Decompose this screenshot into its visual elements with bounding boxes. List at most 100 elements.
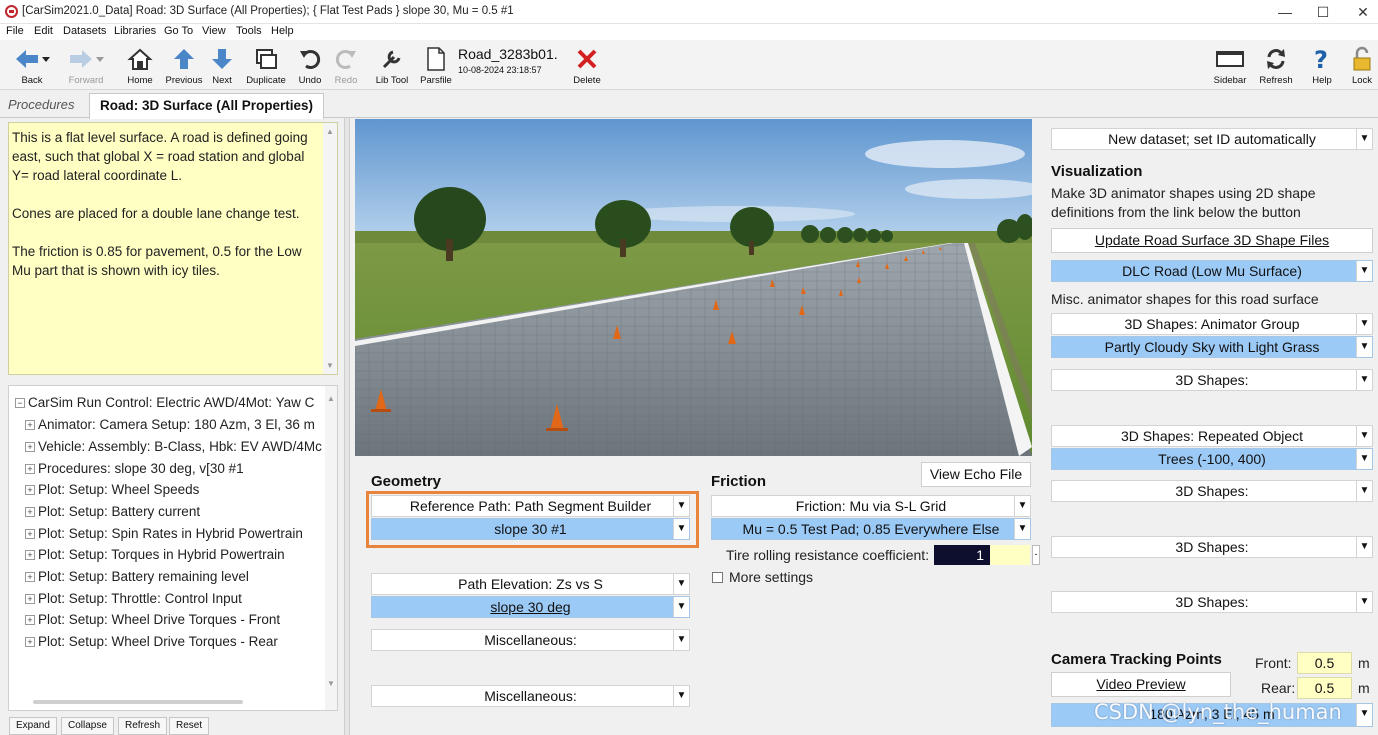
tree-scrollbar[interactable]: ▲ ▼ (325, 386, 337, 710)
forward-button[interactable]: Forward (64, 44, 108, 88)
reset-button[interactable]: Reset (169, 717, 210, 735)
menu-goto[interactable]: Go To (164, 25, 193, 37)
collapse-button[interactable]: Collapse (61, 717, 114, 735)
lock-button[interactable]: Lock (1342, 44, 1378, 88)
menu-view[interactable]: View (202, 25, 226, 37)
tree-item[interactable]: + Animator: Camera Setup: 180 Azm, 3 El, … (25, 417, 315, 437)
video-preview-button[interactable]: Video Preview (1051, 672, 1231, 697)
rolling-resistance-input[interactable]: 1 (934, 545, 990, 565)
expand-icon[interactable]: + (25, 615, 35, 625)
menu-tools[interactable]: Tools (236, 25, 262, 37)
lock-icon (1353, 46, 1371, 71)
new-dataset-dropdown[interactable]: New dataset; set ID automatically ▼ (1051, 128, 1373, 150)
3d-shapes-label: 3D Shapes: (1175, 372, 1249, 388)
tree-item[interactable]: + Plot: Setup: Wheel Speeds (25, 482, 199, 502)
minimize-button[interactable]: — (1270, 2, 1300, 22)
next-button[interactable]: Next (200, 44, 244, 88)
menu-libraries[interactable]: Libraries (114, 25, 156, 37)
tree-item[interactable]: + Plot: Setup: Spin Rates in Hybrid Power… (25, 526, 303, 546)
tab-procedures[interactable]: Procedures (8, 97, 74, 112)
duplicate-button[interactable]: Duplicate (244, 44, 288, 88)
close-window-button[interactable]: ✕ (1348, 2, 1378, 22)
collapse-icon[interactable]: − (15, 398, 25, 408)
notes-scrollbar[interactable]: ▲ ▼ (323, 123, 337, 374)
expand-icon[interactable]: + (25, 637, 35, 647)
scroll-up-icon[interactable]: ▲ (326, 394, 336, 403)
expand-icon[interactable]: + (25, 464, 35, 474)
sidebar-button[interactable]: Sidebar (1208, 44, 1252, 88)
view-echo-file-button[interactable]: View Echo File (921, 462, 1031, 487)
3d-shapes-dropdown-1[interactable]: 3D Shapes: ▼ (1051, 369, 1373, 391)
front-tracking-input[interactable]: 0.5 (1297, 652, 1352, 674)
expand-icon[interactable]: + (25, 572, 35, 582)
redo-button[interactable]: Redo (324, 44, 368, 88)
back-button[interactable]: Back (10, 44, 54, 88)
expand-icon[interactable]: + (25, 485, 35, 495)
scroll-down-icon[interactable]: ▼ (325, 361, 335, 370)
miscellaneous-dropdown-1[interactable]: Miscellaneous: ▼ (371, 629, 690, 651)
expand-icon[interactable]: + (25, 594, 35, 604)
menu-help[interactable]: Help (271, 25, 294, 37)
3d-shapes-label: 3D Shapes: (1175, 594, 1249, 610)
tree-item-label: Plot: Setup: Throttle: Control Input (38, 591, 242, 606)
path-elevation-type-dropdown[interactable]: Path Elevation: Zs vs S ▼ (371, 573, 690, 595)
panel-splitter[interactable] (344, 118, 350, 735)
tree-item[interactable]: + Plot: Setup: Wheel Drive Torques - Rear (25, 634, 278, 654)
notes-paragraph-2: Cones are placed for a double lane chang… (12, 206, 300, 221)
rear-tracking-input[interactable]: 0.5 (1297, 677, 1352, 699)
svg-text:?: ? (1314, 46, 1328, 72)
redo-icon (335, 50, 356, 69)
menu-edit[interactable]: Edit (34, 25, 53, 37)
3d-shapes-dropdown-2[interactable]: 3D Shapes: ▼ (1051, 480, 1373, 502)
help-button[interactable]: ? Help (1300, 44, 1344, 88)
miscellaneous-dropdown-2[interactable]: Miscellaneous: ▼ (371, 685, 690, 707)
expand-icon[interactable]: + (25, 442, 35, 452)
tree-horizontal-scrollbar[interactable] (33, 700, 243, 704)
tree-refresh-button[interactable]: Refresh (118, 717, 168, 735)
next-label: Next (212, 75, 232, 86)
up-arrow-icon (174, 49, 194, 69)
expand-button[interactable]: Expand (9, 717, 57, 735)
tree-item[interactable]: + Plot: Setup: Battery remaining level (25, 569, 249, 589)
chevron-down-icon: ▼ (1014, 496, 1030, 516)
tree-root[interactable]: − CarSim Run Control: Electric AWD/4Mot: … (15, 395, 314, 415)
expand-icon[interactable]: + (25, 420, 35, 430)
rolling-resistance-label: Tire rolling resistance coefficient: (726, 547, 930, 563)
3d-shapes-dropdown-3[interactable]: 3D Shapes: ▼ (1051, 536, 1373, 558)
3d-shapes-label: 3D Shapes: (1175, 483, 1249, 499)
repeated-object-dropdown[interactable]: 3D Shapes: Repeated Object ▼ (1051, 425, 1373, 447)
tab-road-3d-surface[interactable]: Road: 3D Surface (All Properties) (89, 93, 325, 119)
menu-datasets[interactable]: Datasets (63, 25, 106, 37)
expand-icon[interactable]: + (25, 507, 35, 517)
tree-item[interactable]: + Plot: Setup: Wheel Drive Torques - Fron… (25, 612, 280, 632)
tree-item[interactable]: + Plot: Setup: Throttle: Control Input (25, 591, 242, 611)
delete-button[interactable]: Delete (565, 44, 609, 88)
update-shape-files-button[interactable]: Update Road Surface 3D Shape Files (1051, 228, 1373, 253)
parsfile-button[interactable]: Parsfile (414, 44, 458, 88)
friction-type-dropdown[interactable]: Friction: Mu via S-L Grid ▼ (711, 495, 1031, 517)
expand-icon[interactable]: + (25, 550, 35, 560)
animator-group-dropdown[interactable]: 3D Shapes: Animator Group ▼ (1051, 313, 1373, 335)
trees-dataset-dropdown[interactable]: Trees (-100, 400) ▼ (1051, 448, 1373, 470)
refresh-button[interactable]: Refresh (1254, 44, 1298, 88)
menu-file[interactable]: File (6, 25, 24, 37)
scroll-down-icon[interactable]: ▼ (326, 679, 336, 688)
path-elevation-type-label: Path Elevation: Zs vs S (458, 576, 603, 592)
maximize-button[interactable]: ☐ (1308, 2, 1338, 22)
dlc-road-dropdown[interactable]: DLC Road (Low Mu Surface) ▼ (1051, 260, 1373, 282)
sky-dataset-dropdown[interactable]: Partly Cloudy Sky with Light Grass ▼ (1051, 336, 1373, 358)
more-settings-checkbox[interactable] (712, 572, 723, 583)
rolling-resistance-spinner[interactable]: - (1032, 545, 1040, 565)
lib-tool-button[interactable]: Lib Tool (370, 44, 414, 88)
scroll-up-icon[interactable]: ▲ (325, 127, 335, 136)
notes-panel[interactable]: This is a flat level surface. A road is … (8, 122, 338, 375)
tree-item[interactable]: + Plot: Setup: Torques in Hybrid Powertra… (25, 547, 285, 567)
tree-item[interactable]: + Procedures: slope 30 deg, v[30 #1 (25, 461, 244, 481)
3d-shapes-dropdown-4[interactable]: 3D Shapes: ▼ (1051, 591, 1373, 613)
path-elevation-dataset-dropdown[interactable]: slope 30 deg ▼ (371, 596, 690, 618)
expand-icon[interactable]: + (25, 529, 35, 539)
tree-item[interactable]: + Plot: Setup: Battery current (25, 504, 200, 524)
friction-dataset-dropdown[interactable]: Mu = 0.5 Test Pad; 0.85 Everywhere Else ▼ (711, 518, 1031, 540)
tree-item[interactable]: + Vehicle: Assembly: B-Class, Hbk: EV AWD… (25, 439, 322, 459)
home-button[interactable]: Home (118, 44, 162, 88)
